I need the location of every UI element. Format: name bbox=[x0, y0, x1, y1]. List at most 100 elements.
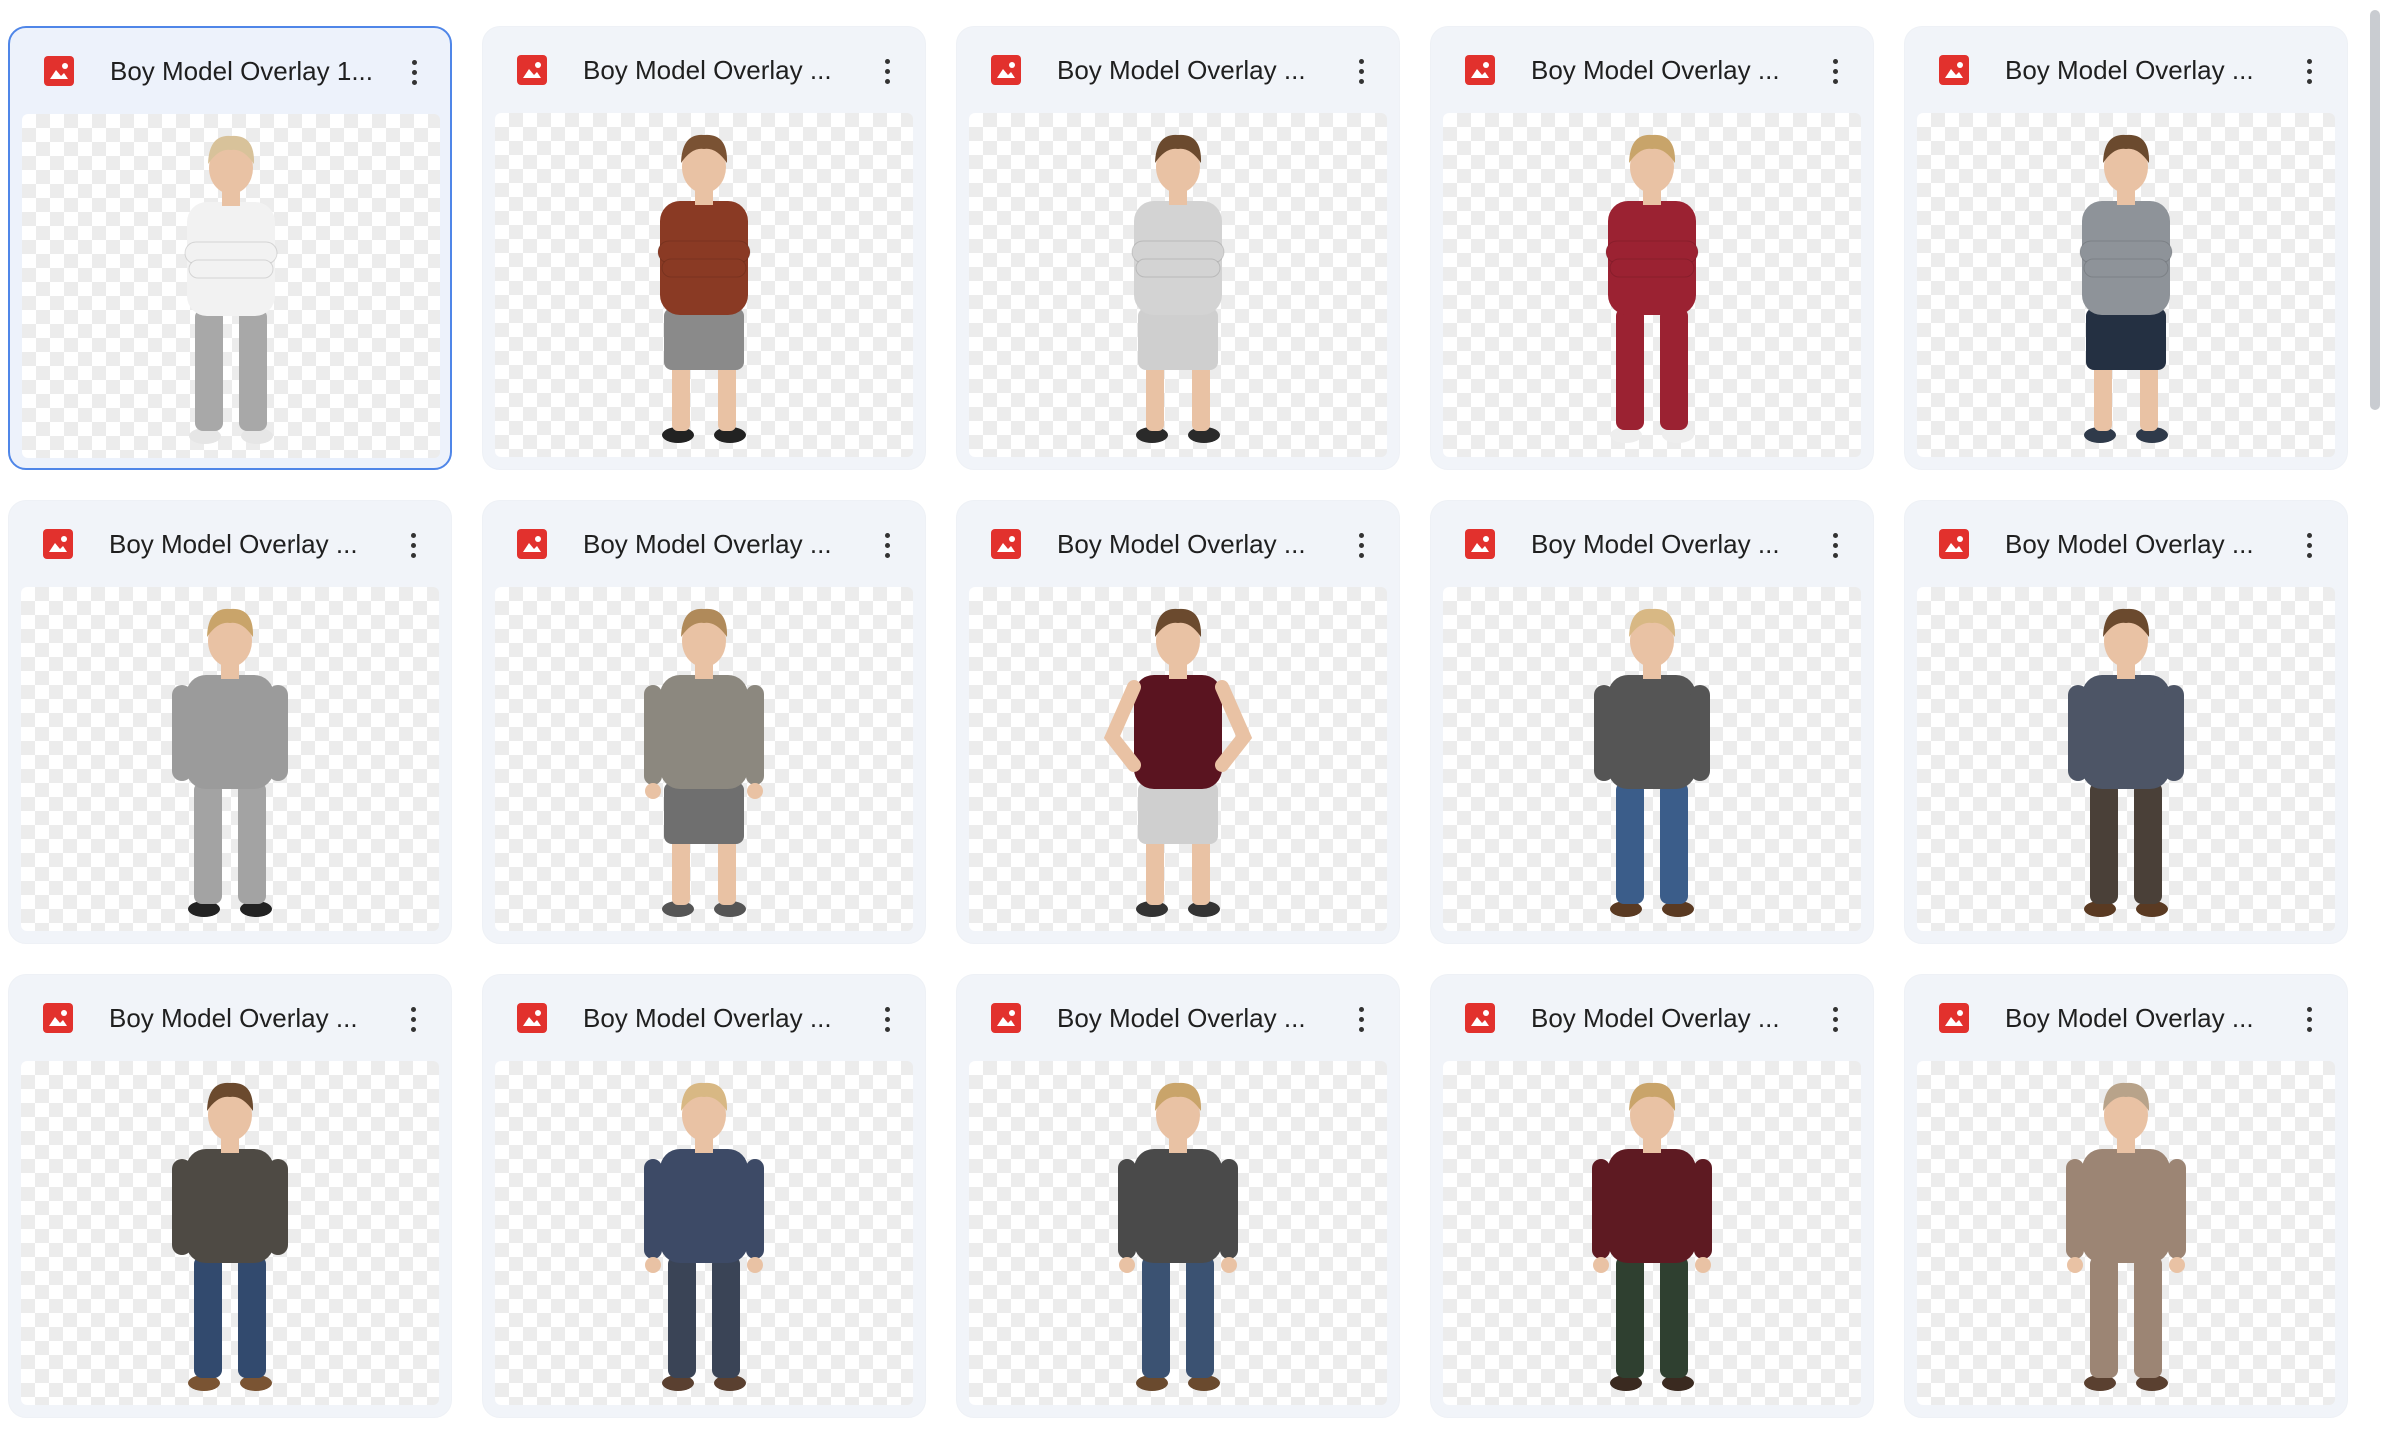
file-thumbnail[interactable] bbox=[1917, 113, 2335, 457]
file-name[interactable]: Boy Model Overlay ... bbox=[2005, 53, 2285, 87]
image-file-icon bbox=[517, 1003, 547, 1033]
boy-figure bbox=[2079, 134, 2173, 443]
file-card-header: Boy Model Overlay ... bbox=[1905, 975, 2347, 1061]
file-card-header: Boy Model Overlay ... bbox=[9, 501, 451, 587]
file-card[interactable]: Boy Model Overlay ... bbox=[956, 500, 1400, 944]
file-name[interactable]: Boy Model Overlay 1... bbox=[110, 54, 390, 88]
file-card[interactable]: Boy Model Overlay ... bbox=[482, 26, 926, 470]
boy-figure bbox=[2066, 1082, 2186, 1391]
file-card-header: Boy Model Overlay ... bbox=[1431, 975, 1873, 1061]
file-name[interactable]: Boy Model Overlay ... bbox=[1057, 1001, 1337, 1035]
vertical-scrollbar[interactable] bbox=[2370, 10, 2380, 410]
file-card[interactable]: Boy Model Overlay ... bbox=[482, 974, 926, 1418]
file-card[interactable]: Boy Model Overlay ... bbox=[1904, 500, 2348, 944]
image-file-icon bbox=[44, 56, 74, 86]
file-thumbnail[interactable] bbox=[1917, 587, 2335, 931]
more-vert-icon[interactable] bbox=[867, 999, 907, 1039]
file-thumbnail[interactable] bbox=[969, 1061, 1387, 1405]
file-card-header: Boy Model Overlay ... bbox=[9, 975, 451, 1061]
file-card-header: Boy Model Overlay ... bbox=[957, 975, 1399, 1061]
file-name[interactable]: Boy Model Overlay ... bbox=[109, 1001, 389, 1035]
file-card[interactable]: Boy Model Overlay ... bbox=[482, 500, 926, 944]
file-thumbnail[interactable] bbox=[495, 587, 913, 931]
file-thumbnail[interactable] bbox=[1917, 1061, 2335, 1405]
more-vert-icon[interactable] bbox=[2289, 525, 2329, 565]
image-file-icon bbox=[991, 529, 1021, 559]
file-card[interactable]: Boy Model Overlay ... bbox=[1430, 500, 1874, 944]
file-thumbnail[interactable] bbox=[21, 1061, 439, 1405]
file-thumbnail[interactable] bbox=[22, 114, 440, 458]
boy-figure bbox=[1103, 608, 1253, 917]
boy-figure bbox=[1594, 608, 1710, 917]
more-vert-icon[interactable] bbox=[1341, 525, 1381, 565]
file-card[interactable]: Boy Model Overlay ... bbox=[956, 26, 1400, 470]
boy-figure bbox=[1592, 1082, 1712, 1391]
file-thumbnail[interactable] bbox=[1443, 587, 1861, 931]
file-card-header: Boy Model Overlay ... bbox=[1431, 27, 1873, 113]
file-name[interactable]: Boy Model Overlay ... bbox=[1531, 527, 1811, 561]
file-card[interactable]: Boy Model Overlay ... bbox=[8, 500, 452, 944]
image-file-icon bbox=[517, 529, 547, 559]
more-vert-icon[interactable] bbox=[867, 51, 907, 91]
file-name[interactable]: Boy Model Overlay ... bbox=[1531, 53, 1811, 87]
more-vert-icon[interactable] bbox=[1815, 525, 1855, 565]
file-name[interactable]: Boy Model Overlay ... bbox=[1531, 1001, 1811, 1035]
file-name[interactable]: Boy Model Overlay ... bbox=[583, 527, 863, 561]
more-vert-icon[interactable] bbox=[394, 52, 434, 92]
file-name[interactable]: Boy Model Overlay ... bbox=[1057, 53, 1337, 87]
file-thumbnail[interactable] bbox=[969, 113, 1387, 457]
file-grid: Boy Model Overlay 1... Boy Model Overlay… bbox=[0, 0, 2384, 1440]
file-card-header: Boy Model Overlay ... bbox=[957, 27, 1399, 113]
file-name[interactable]: Boy Model Overlay ... bbox=[583, 1001, 863, 1035]
more-vert-icon[interactable] bbox=[867, 525, 907, 565]
file-card-header: Boy Model Overlay ... bbox=[483, 975, 925, 1061]
boy-figure bbox=[644, 1082, 764, 1391]
file-card-header: Boy Model Overlay ... bbox=[957, 501, 1399, 587]
more-vert-icon[interactable] bbox=[2289, 51, 2329, 91]
file-card[interactable]: Boy Model Overlay ... bbox=[1430, 26, 1874, 470]
file-name[interactable]: Boy Model Overlay ... bbox=[583, 53, 863, 87]
file-card[interactable]: Boy Model Overlay ... bbox=[1904, 26, 2348, 470]
image-file-icon bbox=[1465, 55, 1495, 85]
file-card[interactable]: Boy Model Overlay ... bbox=[8, 974, 452, 1418]
file-name[interactable]: Boy Model Overlay ... bbox=[2005, 1001, 2285, 1035]
more-vert-icon[interactable] bbox=[393, 999, 433, 1039]
file-card-header: Boy Model Overlay ... bbox=[483, 501, 925, 587]
file-thumbnail[interactable] bbox=[1443, 1061, 1861, 1405]
boy-figure bbox=[1605, 134, 1699, 443]
file-card[interactable]: Boy Model Overlay ... bbox=[1430, 974, 1874, 1418]
file-thumbnail[interactable] bbox=[495, 113, 913, 457]
more-vert-icon[interactable] bbox=[1815, 51, 1855, 91]
boy-figure bbox=[657, 134, 751, 443]
more-vert-icon[interactable] bbox=[1815, 999, 1855, 1039]
file-thumbnail[interactable] bbox=[495, 1061, 913, 1405]
image-file-icon bbox=[43, 529, 73, 559]
more-vert-icon[interactable] bbox=[1341, 51, 1381, 91]
image-file-icon bbox=[991, 55, 1021, 85]
file-card-header: Boy Model Overlay ... bbox=[1905, 27, 2347, 113]
file-card[interactable]: Boy Model Overlay ... bbox=[956, 974, 1400, 1418]
image-file-icon bbox=[1465, 1003, 1495, 1033]
boy-figure bbox=[172, 608, 288, 917]
more-vert-icon[interactable] bbox=[1341, 999, 1381, 1039]
file-card[interactable]: Boy Model Overlay ... bbox=[1904, 974, 2348, 1418]
more-vert-icon[interactable] bbox=[2289, 999, 2329, 1039]
file-name[interactable]: Boy Model Overlay ... bbox=[1057, 527, 1337, 561]
more-vert-icon[interactable] bbox=[393, 525, 433, 565]
file-card-header: Boy Model Overlay ... bbox=[1431, 501, 1873, 587]
file-thumbnail[interactable] bbox=[21, 587, 439, 931]
file-name[interactable]: Boy Model Overlay ... bbox=[2005, 527, 2285, 561]
boy-figure bbox=[184, 135, 278, 444]
image-file-icon bbox=[1939, 1003, 1969, 1033]
boy-figure bbox=[1131, 134, 1225, 443]
boy-figure bbox=[2068, 608, 2184, 917]
file-card-header: Boy Model Overlay ... bbox=[1905, 501, 2347, 587]
boy-figure bbox=[1118, 1082, 1238, 1391]
image-file-icon bbox=[1465, 529, 1495, 559]
image-file-icon bbox=[43, 1003, 73, 1033]
file-thumbnail[interactable] bbox=[969, 587, 1387, 931]
file-name[interactable]: Boy Model Overlay ... bbox=[109, 527, 389, 561]
file-card[interactable]: Boy Model Overlay 1... bbox=[8, 26, 452, 470]
file-thumbnail[interactable] bbox=[1443, 113, 1861, 457]
image-file-icon bbox=[1939, 529, 1969, 559]
